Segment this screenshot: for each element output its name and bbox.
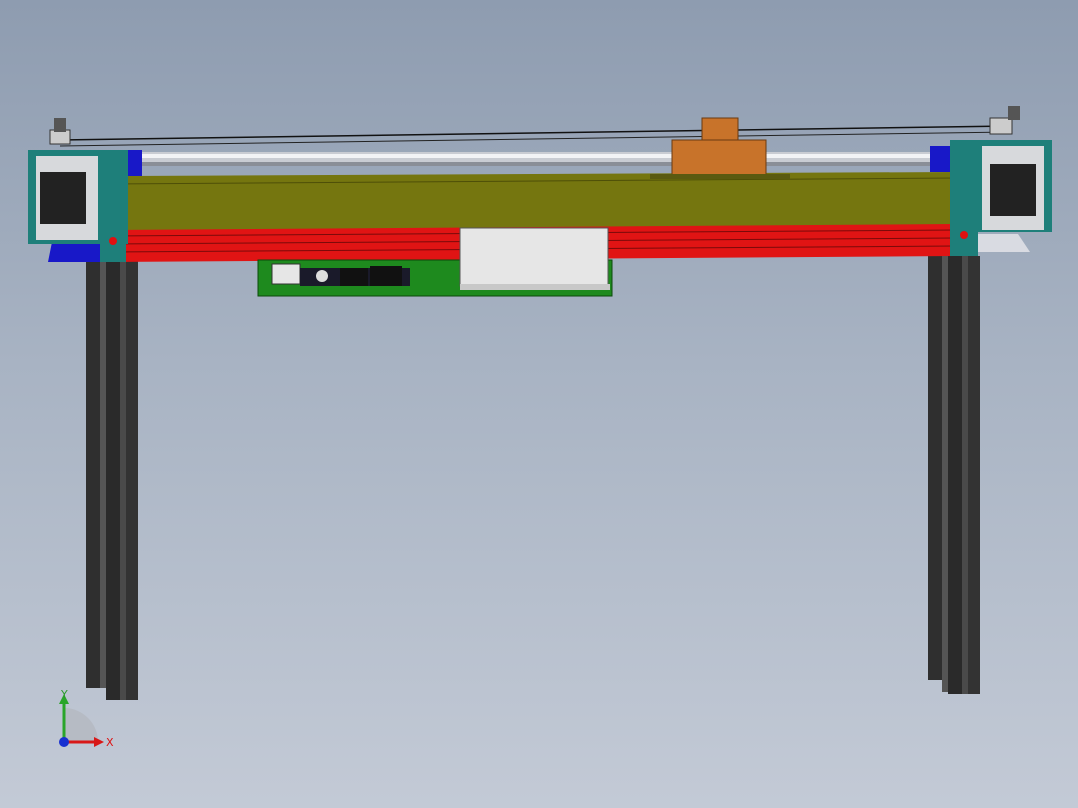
graphics-viewport[interactable]: Y X [0,0,1078,808]
x-axis-label: X [106,736,114,749]
linear-rod[interactable] [130,152,950,166]
left-leg[interactable] [86,258,138,700]
coordinate-triad: Y X [59,688,114,749]
carriage[interactable] [650,117,790,179]
power-supply[interactable] [459,227,610,290]
right-motor-assembly[interactable] [950,106,1052,256]
right-lower-block[interactable] [978,234,1030,252]
belt-upper [59,125,1011,141]
right-leg[interactable] [928,256,980,694]
top-plate[interactable] [117,172,956,230]
belt-lower [59,131,1011,147]
y-axis-label: Y [60,688,68,701]
cad-model-view[interactable] [0,0,1078,808]
right-end-block[interactable] [930,146,950,172]
z-axis-dot [59,737,69,747]
